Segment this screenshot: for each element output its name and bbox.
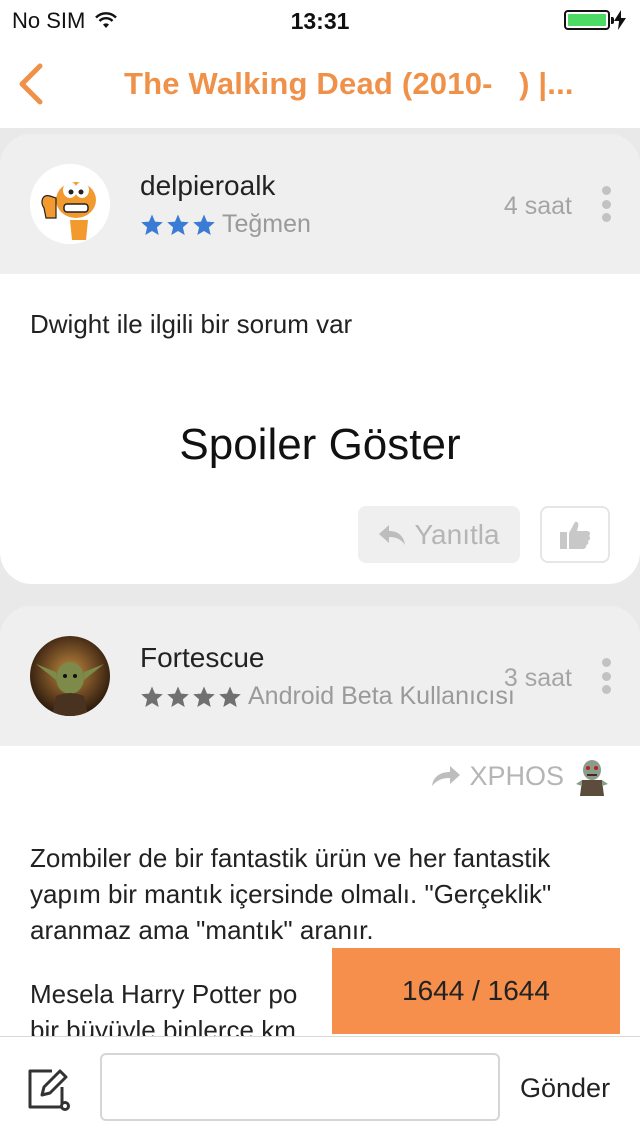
edit-settings-icon xyxy=(28,1069,70,1111)
reply-to-username: XPHOS xyxy=(469,760,564,791)
username[interactable]: Fortescue xyxy=(140,642,265,674)
show-spoiler-button[interactable]: Spoiler Göster xyxy=(0,420,640,470)
chevron-left-icon xyxy=(19,63,43,105)
zombie-avatar-icon xyxy=(576,760,608,796)
comment-paragraph: Mesela Harry Potter po xyxy=(30,979,298,1009)
rating-stars xyxy=(140,685,242,709)
battery-indicator xyxy=(564,10,626,30)
avatar[interactable] xyxy=(30,636,110,716)
thumbs-up-icon xyxy=(560,521,591,549)
page-title: The Walking Dead (2010- ) |... xyxy=(124,66,574,101)
star-icon xyxy=(219,686,241,707)
clock: 13:31 xyxy=(290,8,350,34)
comment-header: Fortescue Android Beta Kullanıcısı 3 saa… xyxy=(0,606,640,746)
reply-label: Yanıtla xyxy=(414,518,500,550)
more-options-button[interactable] xyxy=(600,186,612,222)
avatar[interactable] xyxy=(30,164,110,244)
comment-time: 4 saat xyxy=(503,192,572,220)
more-options-button[interactable] xyxy=(600,658,612,694)
battery-icon xyxy=(564,10,614,30)
rank-label: Teğmen xyxy=(222,210,311,238)
comment-text: Dwight ile ilgili bir sorum var xyxy=(30,309,353,339)
star-icon xyxy=(167,214,189,235)
user-rank: Teğmen xyxy=(140,210,311,239)
star-icon xyxy=(167,686,189,707)
star-icon xyxy=(193,214,215,235)
battery-level xyxy=(568,14,606,26)
user-rank: Android Beta Kullanıcısı xyxy=(140,682,515,711)
comment-paragraph: Zombiler de bir fantastik ürün ve her fa… xyxy=(30,843,552,945)
yoda-avatar-icon xyxy=(30,636,110,716)
page-counter[interactable]: 1644 / 1644 xyxy=(332,948,620,1034)
charging-bolt-icon xyxy=(614,10,626,30)
back-button[interactable] xyxy=(14,62,50,106)
send-button[interactable]: Gönder xyxy=(520,1073,610,1104)
like-button[interactable] xyxy=(540,506,610,563)
rating-stars xyxy=(140,213,216,237)
compose-settings-button[interactable] xyxy=(24,1065,74,1115)
star-icon xyxy=(193,686,215,707)
reply-button[interactable]: Yanıtla xyxy=(358,506,520,563)
comment-time: 3 saat xyxy=(503,664,572,692)
rank-label: Android Beta Kullanıcısı xyxy=(248,682,515,710)
navigation-bar: The Walking Dead (2010- ) |... xyxy=(0,40,640,128)
forward-arrow-icon xyxy=(432,766,461,786)
star-icon xyxy=(141,686,163,707)
status-bar: No SIM 13:31 xyxy=(0,0,640,40)
comment-input[interactable] xyxy=(100,1053,500,1121)
comment-header: delpieroalk Teğmen 4 saat xyxy=(0,134,640,274)
reply-arrow-icon xyxy=(379,524,406,545)
username[interactable]: delpieroalk xyxy=(140,170,275,202)
star-icon xyxy=(141,214,163,235)
reply-to-user[interactable]: XPHOS xyxy=(431,756,612,796)
comment-composer: Gönder xyxy=(0,1036,640,1136)
garfield-avatar-icon xyxy=(30,164,110,244)
comment-card: delpieroalk Teğmen 4 saat Dwight ile ilg… xyxy=(0,134,640,584)
